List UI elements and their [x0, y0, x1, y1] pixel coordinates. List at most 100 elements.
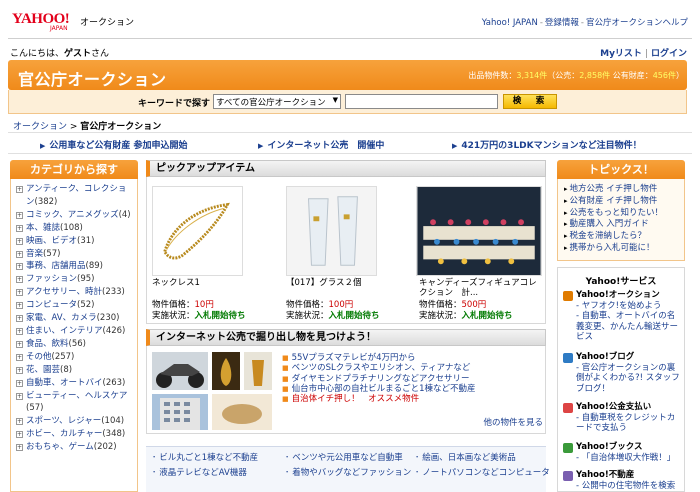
- item-title-link[interactable]: キャンディーズフィギュアコレクション 計...: [419, 278, 544, 298]
- service-desc[interactable]: - ヤフオク!を始めよう - 自動車、オートバイの名義変更、かんたん輸送サービス: [563, 301, 683, 342]
- category-list: + アンティーク、コレクション(382) + コミック、アニメグッズ(4) + 本、雑誌(…: [11, 179, 137, 454]
- topic-item[interactable]: ▸ 地方公売 イチ押し物件: [564, 184, 684, 196]
- search-label: キーワードで探す: [138, 99, 211, 109]
- expand-icon[interactable]: +: [16, 186, 23, 193]
- list-item[interactable]: ■ ベンツのSLクラスやエリシオン、ティアナなど: [282, 363, 542, 373]
- bullet-icon: ■: [282, 395, 289, 404]
- expand-icon[interactable]: +: [16, 392, 23, 400]
- category-item[interactable]: + ホビー、カルチャー(348): [16, 428, 133, 441]
- greeting: こんにちは、ゲストさん: [10, 49, 110, 59]
- service-desc[interactable]: - 「自治体増収大作戦！」: [563, 453, 683, 463]
- category-item[interactable]: + 映画、ビデオ(31): [16, 235, 133, 248]
- notice-link[interactable]: ▶ インターネット公売 開催中: [258, 138, 384, 151]
- category-item[interactable]: + その他(257): [16, 351, 133, 364]
- breadcrumb-current: 官公庁オークション: [80, 122, 162, 132]
- category-item[interactable]: + 本、雑誌(108): [16, 222, 133, 235]
- category-item[interactable]: + 自動車、オートバイ(263): [16, 377, 133, 390]
- expand-icon[interactable]: +: [16, 211, 23, 219]
- grid-link[interactable]: ･ベンツや元公用車など自動車: [285, 451, 403, 463]
- expand-icon[interactable]: +: [16, 263, 23, 271]
- expand-icon[interactable]: +: [16, 353, 23, 361]
- topics-panel: ▸ 地方公売 イチ押し物件 ▸ 公有財産 イチ押し物件 ▸ 公売をもっと知りたい！ ▸…: [557, 179, 685, 261]
- breadcrumb-root[interactable]: オークション: [13, 122, 67, 132]
- service-desc[interactable]: - 公開中の住宅物件を検索: [563, 481, 683, 491]
- more-items-link[interactable]: 他の物件を見る: [483, 416, 543, 428]
- expand-icon[interactable]: +: [16, 276, 23, 284]
- search-button[interactable]: 検 索: [503, 94, 557, 109]
- category-item[interactable]: + 花、園芸(8): [16, 364, 133, 377]
- grid-link[interactable]: ･ビル丸ごと1棟など不動産: [152, 451, 258, 463]
- topic-item[interactable]: ▸ 税金を滞納したら？: [564, 231, 684, 243]
- topic-item[interactable]: ▸ 携帯から入札可能に！: [564, 243, 684, 255]
- topic-item[interactable]: ▸ 動産購入 入門ガイド: [564, 219, 684, 231]
- expand-icon[interactable]: +: [16, 250, 23, 258]
- category-item[interactable]: + 食品、飲料(56): [16, 338, 133, 351]
- list-item[interactable]: ■ ダイヤモンドプラチナリングなどアクセサリー: [282, 374, 542, 384]
- link-help[interactable]: 官公庁オークションヘルプ: [586, 18, 688, 28]
- login-link[interactable]: ログイン: [651, 49, 687, 59]
- glasses-image[interactable]: [286, 186, 377, 276]
- service-link[interactable]: Yahoo!公金支払い: [563, 402, 683, 413]
- grid-link[interactable]: ･絵画、日本画など美術品: [415, 451, 516, 463]
- expand-icon[interactable]: +: [16, 327, 23, 335]
- service-link[interactable]: Yahoo!オークション: [563, 290, 683, 301]
- grid-link[interactable]: ･液晶テレビなどAV機器: [152, 466, 247, 478]
- category-item[interactable]: + スポーツ、レジャー(104): [16, 415, 133, 428]
- expand-icon[interactable]: +: [16, 237, 23, 245]
- category-item[interactable]: + ビューティー、ヘルスケア(57): [16, 390, 133, 416]
- topic-item[interactable]: ▸ 公売をもっと知りたい！: [564, 208, 684, 220]
- expand-icon[interactable]: +: [16, 224, 23, 232]
- grid-link[interactable]: ･着物やバッグなどファッション: [285, 466, 411, 478]
- expand-icon[interactable]: +: [16, 289, 23, 297]
- expand-icon[interactable]: +: [16, 379, 23, 387]
- category-item[interactable]: + 音楽(57): [16, 248, 133, 261]
- figure-collection-image[interactable]: [416, 186, 542, 276]
- item-title-link[interactable]: ネックレス1: [152, 278, 270, 288]
- bullet-icon: ■: [282, 374, 289, 383]
- list-item[interactable]: ■ 自治体イチ押し！ オススメ物件: [282, 394, 542, 404]
- expand-icon[interactable]: +: [16, 444, 23, 452]
- notice-link[interactable]: ▶ 公用車など公有財産 参加申込開始: [40, 138, 188, 151]
- service-link[interactable]: Yahoo!不動産: [563, 470, 683, 481]
- expand-icon[interactable]: +: [16, 418, 23, 426]
- topic-item[interactable]: ▸ 公有財産 イチ押し物件: [564, 196, 684, 208]
- search-scope-select[interactable]: すべての官公庁オークション ▼: [213, 94, 341, 109]
- necklace-image[interactable]: [152, 186, 243, 276]
- listing-stats: 出品物件数：3,314件（公売：2,858件 公有財産：456件）: [468, 71, 684, 80]
- service-name: オークション: [80, 18, 135, 28]
- service-link[interactable]: Yahoo!ブックス: [563, 442, 683, 453]
- divider: [8, 132, 692, 133]
- topics-list: ▸ 地方公売 イチ押し物件 ▸ 公有財産 イチ押し物件 ▸ 公売をもっと知りたい！ ▸…: [558, 179, 684, 255]
- category-item[interactable]: + 家電、AV、カメラ(230): [16, 312, 133, 325]
- category-item[interactable]: + コンピュータ(52): [16, 299, 133, 312]
- expand-icon[interactable]: +: [16, 431, 23, 439]
- service-desc[interactable]: - 自動車税をクレジットカードで支払う: [563, 413, 683, 434]
- grid-link[interactable]: ･ノートパソコンなどコンピュータ: [415, 466, 550, 478]
- category-item[interactable]: + ファッション(95): [16, 273, 133, 286]
- list-item[interactable]: ■ 55Vプラズマテレビが4万円から: [282, 353, 542, 363]
- service-link[interactable]: Yahoo!ブログ: [563, 352, 683, 363]
- mylist-link[interactable]: Myリスト: [600, 49, 642, 59]
- category-item[interactable]: + アクセサリー、時計(233): [16, 286, 133, 299]
- search-input[interactable]: [345, 94, 498, 109]
- book-icon: [563, 442, 573, 453]
- service-realestate: Yahoo!不動産 - 公開中の住宅物件を検索: [563, 470, 683, 491]
- category-item[interactable]: + アンティーク、コレクション(382): [16, 183, 133, 209]
- link-yahoo-japan[interactable]: Yahoo! JAPAN: [482, 18, 538, 28]
- notice-link[interactable]: ▶ 421万円の3LDKマンションなど注目物件！: [452, 138, 642, 151]
- triangle-icon: ▶: [452, 142, 458, 150]
- category-item[interactable]: + おもちゃ、ゲーム(202): [16, 441, 133, 454]
- expand-icon[interactable]: +: [16, 302, 23, 310]
- expand-icon[interactable]: +: [16, 340, 23, 348]
- category-item[interactable]: + 住まい、インテリア(426): [16, 325, 133, 338]
- category-item[interactable]: + コミック、アニメグッズ(4): [16, 209, 133, 222]
- list-item[interactable]: ■ 仙台市中心部の自社ビルまるごと1棟など不動産: [282, 384, 542, 394]
- item-title-link[interactable]: 【017】グラス２個: [286, 278, 404, 288]
- user-name: ゲスト: [64, 49, 92, 59]
- expand-icon[interactable]: +: [16, 366, 23, 374]
- link-account-info[interactable]: 登録情報: [545, 18, 579, 28]
- category-item[interactable]: + 事務、店舗用品(89): [16, 260, 133, 273]
- yahoo-japan-logo[interactable]: YAHOO! JAPAN: [12, 12, 77, 34]
- expand-icon[interactable]: +: [16, 315, 23, 323]
- service-desc[interactable]: - 官公庁オークションの裏側がよくわかる?! スタッフブログ！: [563, 363, 683, 394]
